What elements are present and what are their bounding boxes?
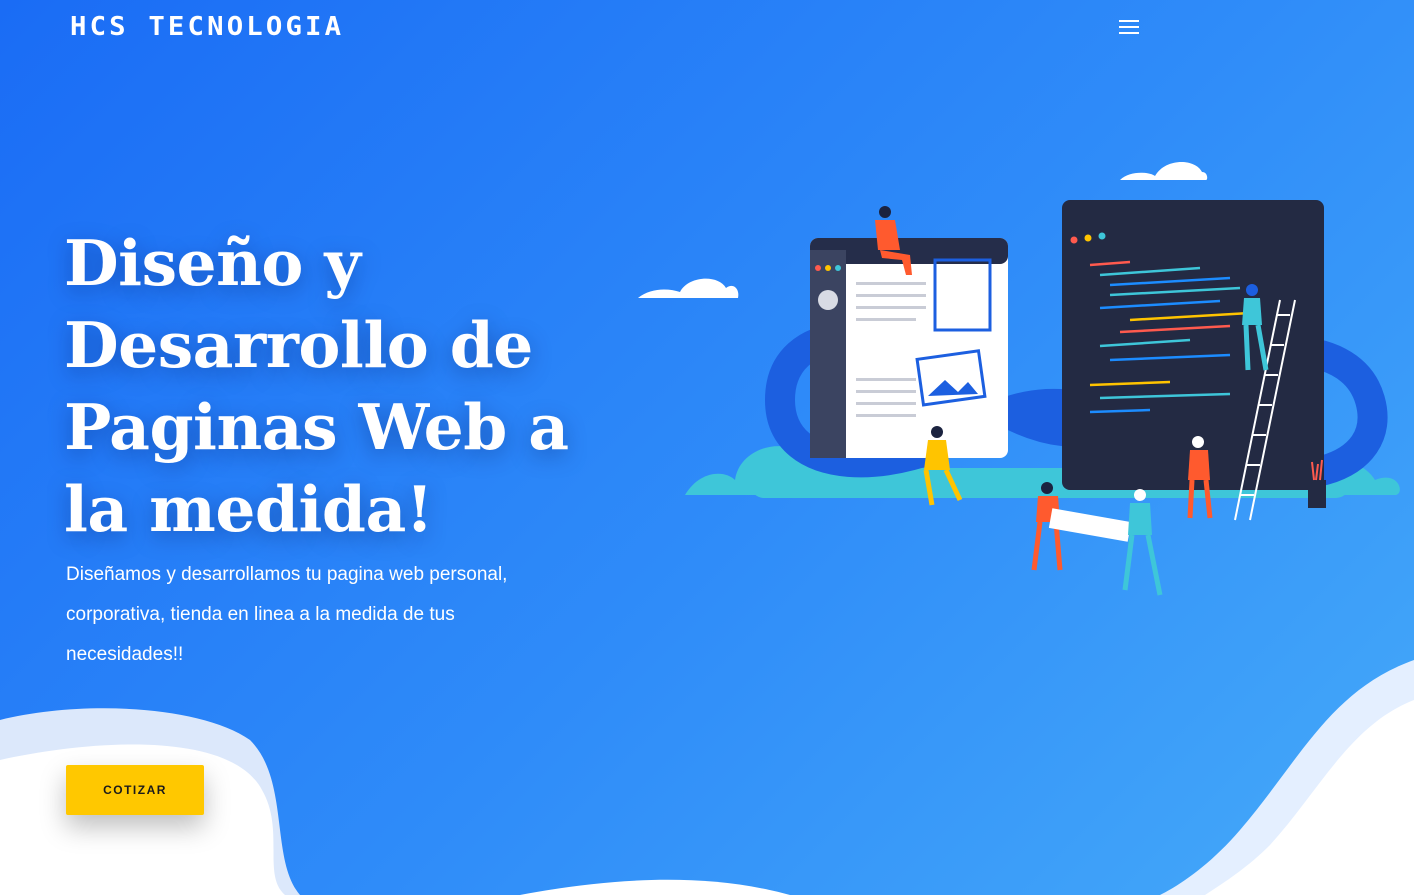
hero-title-line: Desarrollo de — [64, 308, 533, 382]
hero-title-line: Diseño y — [64, 226, 361, 300]
hero-subtitle: Diseñamos y desarrollamos tu pagina web … — [66, 555, 566, 675]
hamburger-menu-icon[interactable] — [1115, 16, 1143, 38]
hero-title-line: Paginas Web a — [64, 390, 569, 464]
site-header: HCS TECNOLOGIA — [0, 0, 1414, 56]
hero-title-line: la medida! — [64, 472, 433, 546]
web-development-illustration-icon — [638, 161, 1400, 596]
hero-subtitle-line: Diseñamos y desarrollamos tu pagina web … — [66, 564, 508, 585]
site-logo[interactable]: HCS TECNOLOGIA — [70, 12, 344, 42]
hero-subtitle-line: corporativa, tienda en linea a la medida… — [66, 604, 455, 625]
hero-subtitle-line: necesidades!! — [66, 644, 184, 665]
hero-title: Diseño y Desarrollo de Paginas Web a la med… — [64, 222, 604, 550]
cotizar-button[interactable]: COTIZAR — [66, 765, 204, 815]
